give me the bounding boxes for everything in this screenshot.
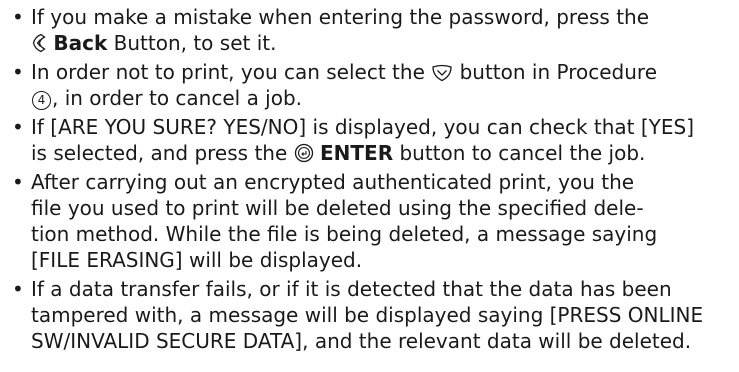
- note-text: is selected, and press the: [31, 141, 288, 165]
- note-text: If [ARE YOU SURE? YES/NO] is displayed, …: [31, 115, 695, 139]
- note-text: button in Procedure: [459, 60, 657, 84]
- note-text: button to cancel the job.: [399, 141, 646, 165]
- note-line: tion method. While the file is being del…: [31, 222, 658, 246]
- note-text: Button, to set it.: [113, 31, 277, 55]
- note-line: If [ARE YOU SURE? YES/NO] is displayed, …: [31, 114, 727, 140]
- enter-label: ENTER: [319, 141, 394, 165]
- note-line: If you make a mistake when entering the …: [31, 4, 727, 30]
- notes-list: • If you make a mistake when entering th…: [0, 0, 739, 354]
- note-transfer-failure: • If a data transfer fails, or if it is …: [0, 276, 727, 354]
- bullet: •: [12, 170, 24, 194]
- back-label: Back: [53, 31, 108, 55]
- note-line: file you used to print will be deleted u…: [31, 196, 644, 220]
- note-text: In order not to print, you can select th…: [31, 60, 425, 84]
- cancel-button-icon: [431, 64, 453, 82]
- procedure-number-badge: 4: [32, 91, 51, 110]
- note-line: SW/INVALID SECURE DATA], and the relevan…: [31, 329, 692, 353]
- back-button-icon: [31, 33, 47, 53]
- note-line: is selected, and press the ENTER button …: [31, 140, 727, 166]
- note-line: If a data transfer fails, or if it is de…: [31, 277, 672, 301]
- operation-notes: • If you make a mistake when entering th…: [0, 0, 739, 372]
- bullet: •: [12, 60, 24, 84]
- note-file-erasing: • After carrying out an encrypted authen…: [0, 169, 727, 273]
- note-line: Back Button, to set it.: [31, 30, 727, 56]
- note-line: In order not to print, you can select th…: [31, 59, 727, 85]
- note-line: [FILE ERASING] will be displayed.: [31, 248, 363, 272]
- note-text: , in order to cancel a job.: [52, 86, 303, 110]
- note-password-mistake: • If you make a mistake when entering th…: [0, 0, 727, 56]
- note-line: After carrying out an encrypted authenti…: [31, 170, 635, 194]
- note-cancel-print: • In order not to print, you can select …: [0, 59, 727, 111]
- note-confirm-cancel: • If [ARE YOU SURE? YES/NO] is displayed…: [0, 114, 727, 166]
- bullet: •: [12, 115, 24, 139]
- note-line: 4, in order to cancel a job.: [31, 85, 727, 111]
- note-line: tampered with, a message will be display…: [31, 303, 704, 327]
- bullet: •: [12, 277, 24, 301]
- enter-button-icon: [294, 143, 314, 163]
- bullet: •: [12, 5, 24, 29]
- note-text: If you make a mistake when entering the …: [31, 5, 650, 29]
